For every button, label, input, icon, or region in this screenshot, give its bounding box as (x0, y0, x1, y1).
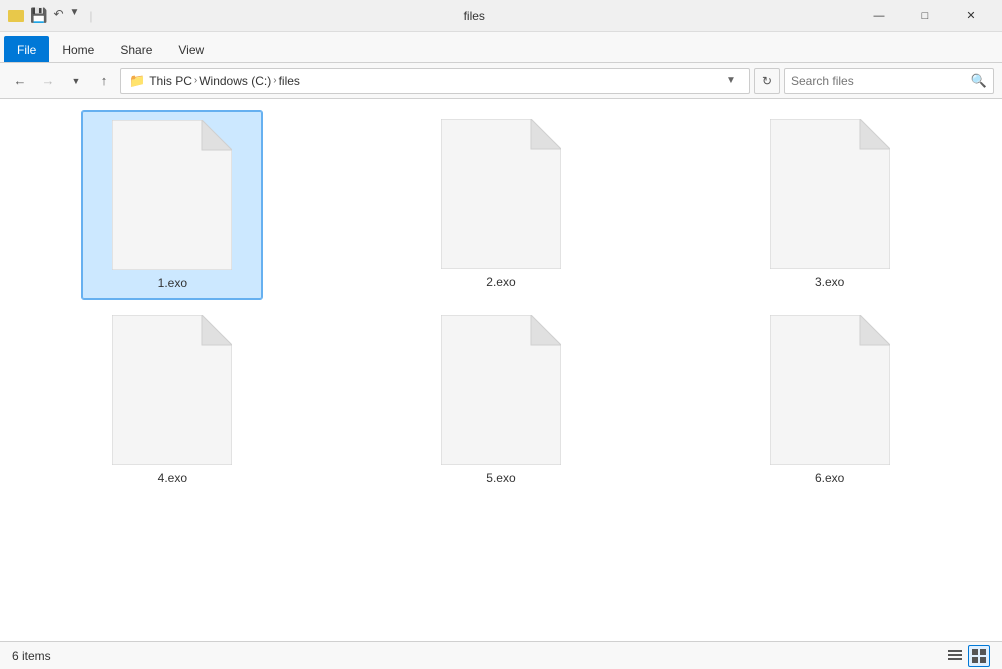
status-bar: 6 items (0, 641, 1002, 669)
file-name-1: 1.exo (158, 276, 187, 290)
file-name-3: 3.exo (815, 275, 844, 289)
file-icon-5 (441, 315, 561, 465)
close-button[interactable]: ✕ (948, 0, 994, 32)
file-item-2[interactable]: 2.exo (411, 111, 591, 299)
save-icon: 💾 (30, 7, 47, 24)
tab-home[interactable]: Home (49, 36, 107, 62)
search-icon: 🔍 (971, 73, 987, 89)
minimize-button[interactable]: — (856, 0, 902, 32)
address-folder-icon: 📁 (129, 73, 145, 89)
view-controls (944, 645, 990, 667)
file-icon-2 (441, 119, 561, 269)
titlebar-folder-icon (8, 10, 24, 22)
up-button[interactable]: ↑ (92, 69, 116, 93)
file-grid: 1.exo 2.exo 3.exo (0, 99, 1002, 641)
file-name-2: 2.exo (486, 275, 515, 289)
breadcrumb-windows-c[interactable]: Windows (C:) (199, 74, 271, 88)
file-item-1[interactable]: 1.exo (82, 111, 262, 299)
file-name-5: 5.exo (486, 471, 515, 485)
tab-share[interactable]: Share (107, 36, 165, 62)
address-bar[interactable]: 📁 This PC › Windows (C:) › files ▼ (120, 68, 750, 94)
file-name-4: 4.exo (158, 471, 187, 485)
window-controls: — □ ✕ (856, 0, 994, 32)
address-dropdown-button[interactable]: ▼ (721, 71, 741, 91)
ribbon-tabs: File Home Share View (0, 32, 1002, 62)
forward-button[interactable]: → (36, 69, 60, 93)
maximize-button[interactable]: □ (902, 0, 948, 32)
search-bar[interactable]: 🔍 (784, 68, 994, 94)
large-icons-view-button[interactable] (968, 645, 990, 667)
title-bar: 💾 ↶ ▼ | files — □ ✕ (0, 0, 1002, 32)
breadcrumb-sep-2: › (273, 75, 276, 86)
file-item-5[interactable]: 5.exo (411, 307, 591, 493)
file-icon-1 (112, 120, 232, 270)
details-view-button[interactable] (944, 645, 966, 667)
file-icon-3 (770, 119, 890, 269)
content-area: 1.exo 2.exo 3.exo (0, 99, 1002, 641)
breadcrumb-this-pc[interactable]: This PC (149, 74, 192, 88)
title-bar-divider: | (89, 9, 92, 23)
title-bar-title: files (99, 9, 850, 23)
breadcrumb-files[interactable]: files (279, 74, 300, 88)
nav-bar: ← → ▼ ↑ 📁 This PC › Windows (C:) › files… (0, 63, 1002, 99)
dropdown-icon: ▼ (70, 7, 80, 24)
search-input[interactable] (791, 74, 967, 88)
tab-view[interactable]: View (165, 36, 217, 62)
file-item-4[interactable]: 4.exo (82, 307, 262, 493)
undo-icon: ↶ (53, 7, 63, 24)
file-icon-6 (770, 315, 890, 465)
file-item-6[interactable]: 6.exo (740, 307, 920, 493)
quick-access-icons: 💾 ↶ ▼ (30, 7, 79, 24)
breadcrumb: This PC › Windows (C:) › files (149, 74, 300, 88)
tab-file[interactable]: File (4, 36, 49, 62)
ribbon: File Home Share View (0, 32, 1002, 63)
back-button[interactable]: ← (8, 69, 32, 93)
recent-locations-button[interactable]: ▼ (64, 69, 88, 93)
breadcrumb-sep-1: › (194, 75, 197, 86)
file-item-3[interactable]: 3.exo (740, 111, 920, 299)
refresh-button[interactable]: ↻ (754, 68, 780, 94)
file-name-6: 6.exo (815, 471, 844, 485)
file-icon-4 (112, 315, 232, 465)
status-item-count: 6 items (12, 649, 51, 663)
